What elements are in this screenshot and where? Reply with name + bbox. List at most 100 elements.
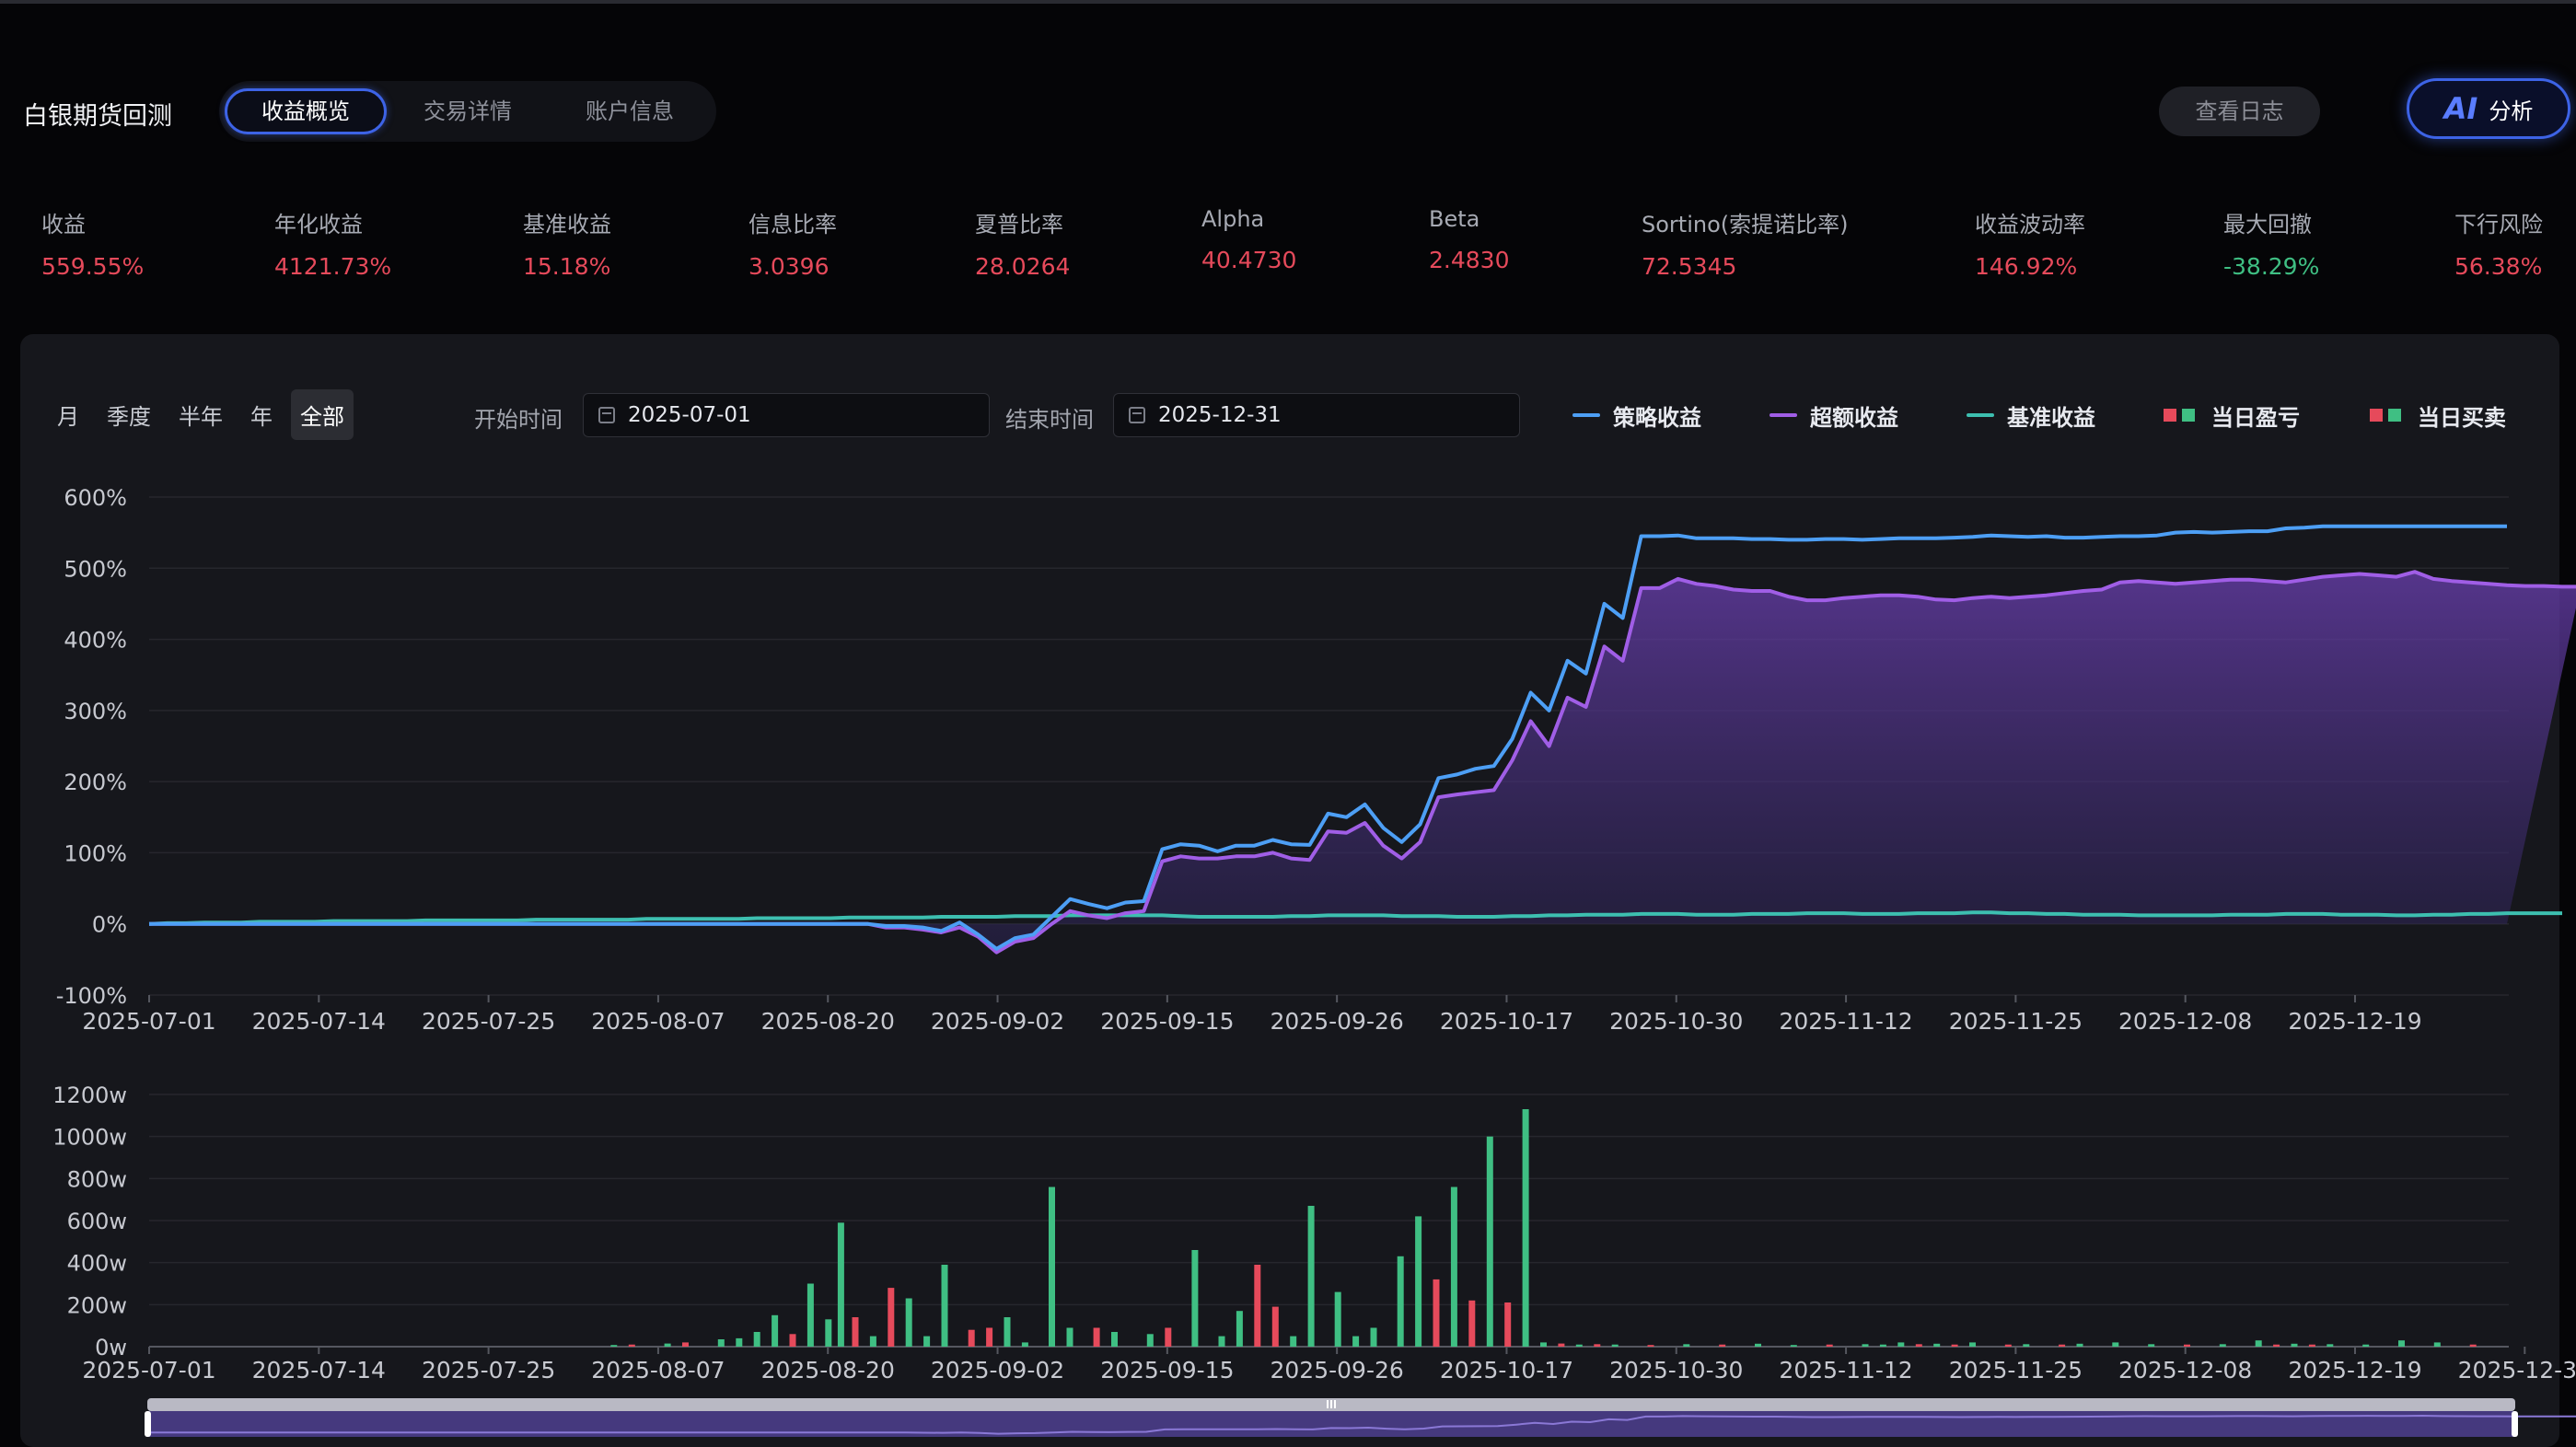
x-tick-label: 2025-09-02 <box>931 1008 1064 1035</box>
y-tick-label: 400w <box>67 1251 127 1277</box>
x-tick-label: 2025-10-30 <box>1609 1357 1743 1383</box>
y-tick-label: 200% <box>64 770 127 795</box>
volume-bar <box>1915 1344 1922 1347</box>
x-tick-label: 2025-07-25 <box>422 1357 555 1383</box>
volume-bar <box>1790 1345 1797 1347</box>
volume-bar <box>1004 1317 1011 1347</box>
volume-bar <box>2469 1344 2477 1347</box>
volume-bar <box>2112 1342 2119 1347</box>
volume-bar <box>1370 1327 1377 1347</box>
zoom-grip <box>1330 1400 1332 1408</box>
volume-bar <box>1969 1342 1976 1347</box>
volume-bar <box>682 1342 689 1347</box>
volume-bar <box>852 1317 859 1347</box>
y-tick-label: 0% <box>92 912 127 938</box>
volume-bar <box>1165 1327 1172 1347</box>
x-tick-label: 2025-11-12 <box>1779 1008 1912 1035</box>
volume-bar <box>2076 1343 2083 1347</box>
x-tick-label: 2025-07-01 <box>82 1008 215 1035</box>
zoom-right-handle <box>2512 1411 2518 1437</box>
excess-return-area <box>149 572 2576 953</box>
volume-bar <box>1540 1342 1547 1347</box>
volume-bar <box>1575 1344 1583 1347</box>
volume-bar <box>772 1314 779 1348</box>
x-tick-label: 2025-09-26 <box>1271 1008 1404 1035</box>
x-tick-label: 2025-07-14 <box>252 1357 386 1383</box>
volume-bar <box>986 1327 993 1347</box>
volume-bar <box>1879 1344 1886 1347</box>
x-tick-label: 2025-09-15 <box>1100 1008 1234 1035</box>
volume-bar <box>1146 1334 1154 1347</box>
volume-bar <box>2004 1344 2012 1347</box>
volume-bar <box>1236 1311 1243 1347</box>
volume-bar <box>1951 1344 1958 1347</box>
volume-bar <box>2059 1344 2066 1347</box>
x-tick-label: 2025-07-14 <box>252 1008 386 1035</box>
volume-bar <box>1522 1109 1529 1347</box>
y-tick-label: 300% <box>64 699 127 724</box>
volume-bar <box>1049 1187 1055 1347</box>
volume-bar <box>664 1343 671 1347</box>
volume-bar <box>905 1298 912 1347</box>
volume-bar <box>837 1222 844 1347</box>
zoom-grip <box>1327 1400 1329 1408</box>
volume-bar <box>1450 1187 1457 1347</box>
volume-bar <box>717 1339 725 1347</box>
y-tick-label: 600% <box>64 485 127 511</box>
volume-bar <box>736 1337 743 1347</box>
y-tick-label: -100% <box>56 983 127 1009</box>
volume-bar <box>1468 1300 1476 1347</box>
x-tick-label: 2025-11-12 <box>1779 1357 1912 1383</box>
volume-bar <box>825 1319 832 1347</box>
volume-bar <box>1334 1291 1341 1347</box>
volume-bar <box>941 1265 948 1347</box>
x-tick-label: 2025-08-07 <box>591 1008 725 1035</box>
volume-bar <box>1307 1206 1315 1347</box>
volume-bar <box>1504 1302 1512 1347</box>
volume-bar <box>1647 1345 1654 1347</box>
y-tick-label: 500% <box>64 556 127 582</box>
volume-bar <box>1433 1279 1440 1347</box>
x-tick-label: 2025-08-07 <box>591 1357 725 1383</box>
volume-bar <box>888 1288 895 1347</box>
volume-bar <box>1254 1265 1261 1347</box>
volume-bar <box>2184 1344 2190 1347</box>
volume-bar <box>2023 1344 2030 1347</box>
x-tick-label: 2025-07-01 <box>82 1357 215 1383</box>
volume-bar <box>2219 1344 2226 1347</box>
y-tick-label: 200w <box>67 1292 127 1318</box>
volume-bar <box>1897 1342 1905 1347</box>
volume-bar <box>1755 1343 1761 1347</box>
volume-bar <box>1111 1332 1118 1347</box>
volume-bar <box>1594 1344 1601 1347</box>
volume-bar <box>2255 1340 2262 1347</box>
x-tick-label: 2025-09-26 <box>1271 1357 1404 1383</box>
zoom-grip <box>1334 1400 1336 1408</box>
x-tick-label: 2025-12-31 <box>2458 1357 2576 1383</box>
x-tick-label: 2025-11-25 <box>1949 1357 2083 1383</box>
x-tick-label: 2025-10-17 <box>1440 1008 1573 1035</box>
volume-bar <box>1719 1344 1726 1347</box>
volume-bar <box>1290 1336 1297 1347</box>
volume-bar <box>2362 1344 2370 1347</box>
volume-bar <box>2308 1344 2315 1347</box>
volume-bar <box>1093 1327 1100 1347</box>
volume-bar <box>610 1345 618 1347</box>
volume-bar <box>2433 1342 2441 1347</box>
x-tick-label: 2025-08-20 <box>761 1008 895 1035</box>
x-tick-label: 2025-07-25 <box>422 1008 555 1035</box>
volume-bar <box>1352 1336 1360 1347</box>
volume-bar <box>923 1336 931 1347</box>
volume-bar <box>869 1336 876 1347</box>
x-tick-label: 2025-10-30 <box>1609 1008 1743 1035</box>
volume-bar <box>1611 1344 1619 1347</box>
x-tick-label: 2025-12-19 <box>2288 1357 2421 1383</box>
volume-bar <box>2291 1343 2298 1347</box>
x-tick-label: 2025-12-08 <box>2118 1357 2252 1383</box>
x-tick-label: 2025-08-20 <box>761 1357 895 1383</box>
volume-bar <box>1862 1344 1869 1347</box>
x-tick-label: 2025-12-08 <box>2118 1008 2252 1035</box>
volume-bar <box>1933 1343 1941 1347</box>
y-tick-label: 1000w <box>52 1125 127 1151</box>
x-tick-label: 2025-12-19 <box>2288 1008 2421 1035</box>
